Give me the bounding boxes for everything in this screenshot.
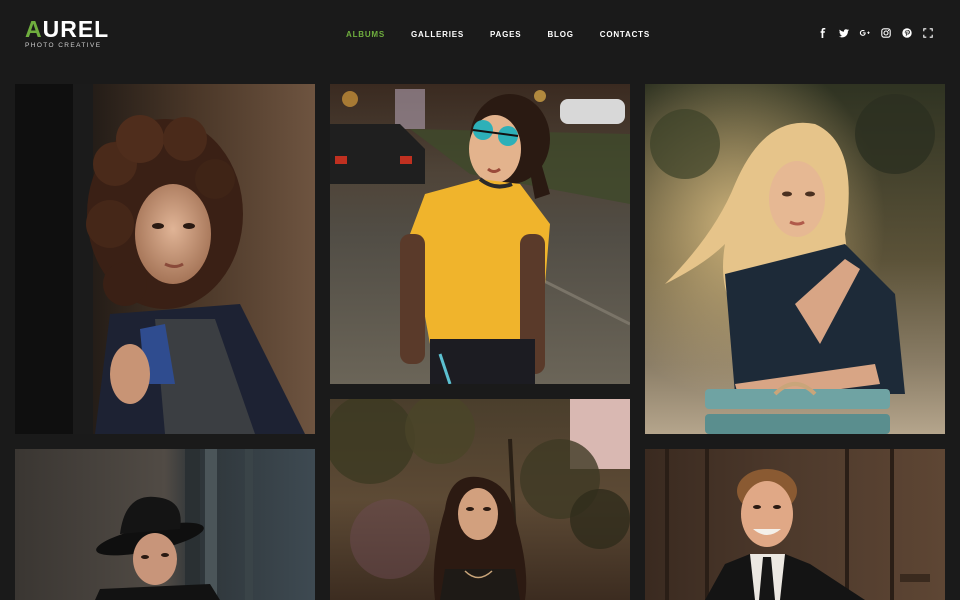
gallery-image-4 xyxy=(15,449,315,600)
logo-tagline: PHOTO CREATIVE xyxy=(25,42,102,49)
logo-wordmark: AUREL xyxy=(25,18,109,41)
gallery-image-2 xyxy=(330,84,630,384)
nav-item-albums[interactable]: ALBUMS xyxy=(346,30,385,39)
logo-rest: UREL xyxy=(42,16,110,42)
gallery-item-5[interactable] xyxy=(330,399,630,600)
nav-item-galleries[interactable]: GALLERIES xyxy=(411,30,464,39)
facebook-icon[interactable] xyxy=(817,27,829,39)
gallery-image-1 xyxy=(15,84,315,434)
google-plus-icon[interactable] xyxy=(859,27,871,39)
nav-item-pages[interactable]: PAGES xyxy=(490,30,521,39)
logo-first-letter: A xyxy=(25,16,43,42)
nav-item-contacts[interactable]: CONTACTS xyxy=(600,30,650,39)
gallery-item-4[interactable] xyxy=(15,449,315,600)
instagram-icon[interactable] xyxy=(880,27,892,39)
gallery-image-6 xyxy=(645,449,945,600)
logo[interactable]: AUREL PHOTO CREATIVE xyxy=(25,18,109,50)
nav-item-blog[interactable]: BLOG xyxy=(547,30,573,39)
main-nav: ALBUMS GALLERIES PAGES BLOG CONTACTS xyxy=(346,30,676,39)
pinterest-icon[interactable] xyxy=(901,27,913,39)
gallery-item-3[interactable] xyxy=(645,84,945,434)
gallery-item-6[interactable] xyxy=(645,449,945,600)
gallery-item-1[interactable] xyxy=(15,84,315,434)
gallery-image-3 xyxy=(645,84,945,434)
twitter-icon[interactable] xyxy=(838,27,850,39)
gallery-item-2[interactable] xyxy=(330,84,630,384)
gallery-image-5 xyxy=(330,399,630,600)
fullscreen-icon[interactable] xyxy=(922,27,934,39)
social-links xyxy=(808,27,934,39)
site-header: AUREL PHOTO CREATIVE ALBUMS GALLERIES PA… xyxy=(0,0,960,70)
